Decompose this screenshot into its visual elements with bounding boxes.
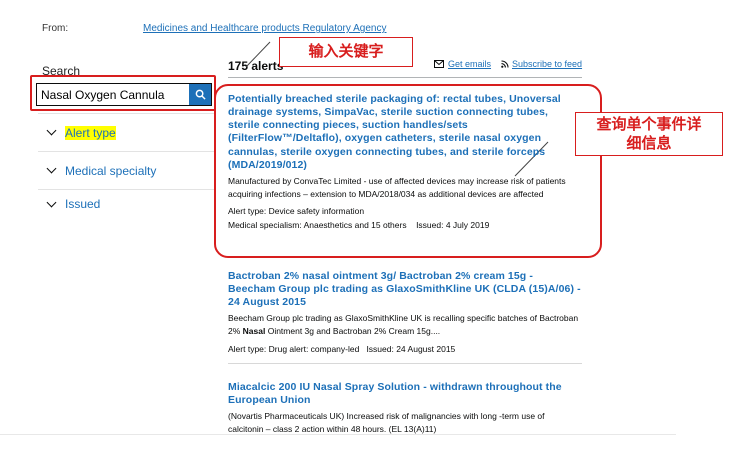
result-desc-keyword: Nasal: [242, 326, 266, 337]
keyword-annotation: 输入关键字: [279, 37, 413, 67]
result-description: (Novartis Pharmaceuticals UK) Increased …: [228, 411, 545, 434]
result-metadata: Alert type: Drug alert: company-led Issu…: [228, 342, 582, 356]
result-annotation-box: [214, 84, 602, 258]
result-divider: [228, 362, 582, 364]
result-alert-type: Alert type: Drug alert: company-led: [228, 343, 360, 354]
result-title-link[interactable]: Bactroban 2% nasal ointment 3g/ Bactroba…: [228, 270, 582, 309]
keyword-arrow: [245, 41, 271, 68]
result-item: Bactroban 2% nasal ointment 3g/ Bactroba…: [228, 270, 582, 364]
details-annotation-line1: 查询单个事件详: [596, 116, 702, 133]
keyword-annotation-text: 输入关键字: [308, 43, 384, 60]
result-issued: Issued: 24 August 2015: [366, 343, 456, 354]
result-item: Miacalcic 200 IU Nasal Spray Solution - …: [228, 381, 582, 436]
details-annotation-line2: 细信息: [626, 135, 672, 152]
result-description: Beecham Group plc trading as GlaxoSmithK…: [228, 312, 582, 338]
details-annotation: 查询单个事件详 细信息: [575, 112, 723, 156]
page-bottom-divider: [0, 434, 676, 435]
result-desc-end: Ointment 3g and Bactroban 2% Cream 15g..…: [265, 326, 441, 337]
result-title-link[interactable]: Miacalcic 200 IU Nasal Spray Solution - …: [228, 381, 582, 407]
